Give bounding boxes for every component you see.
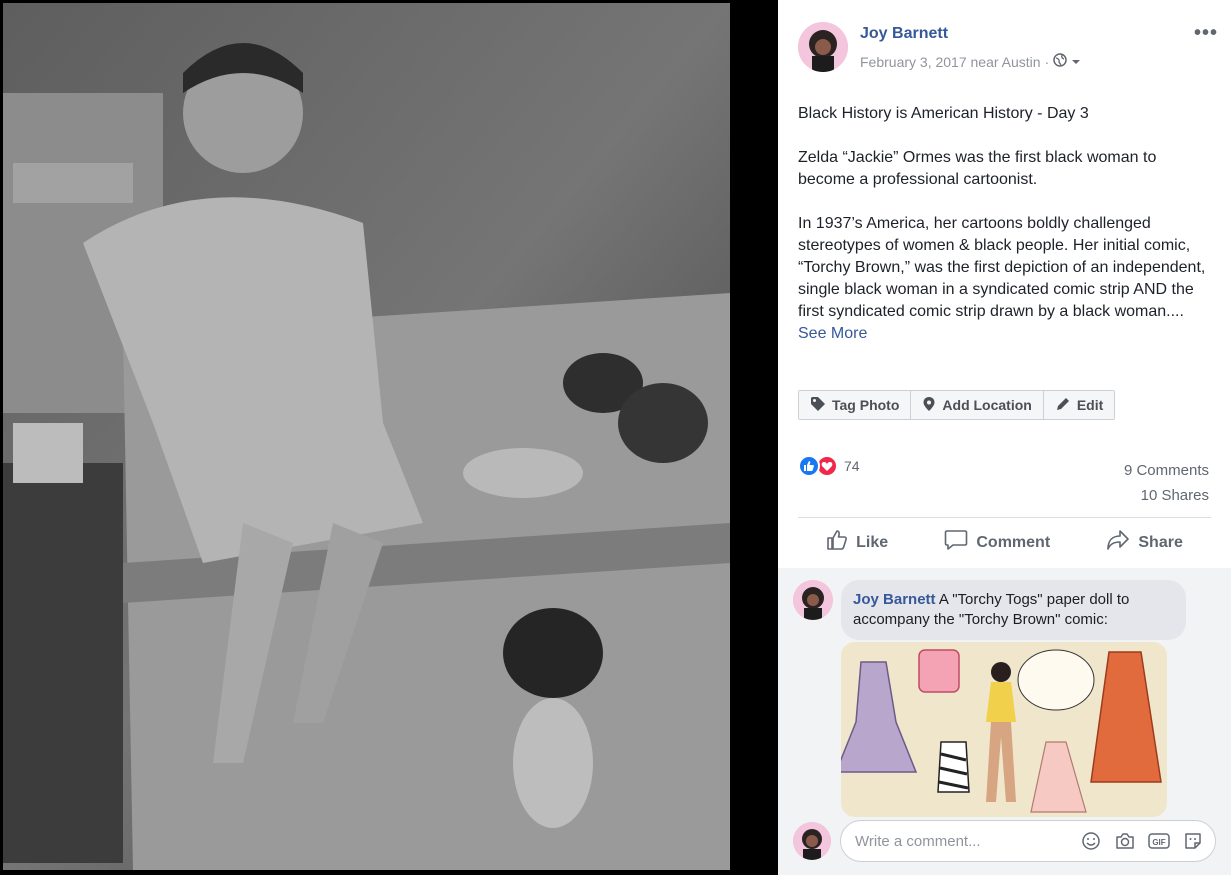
photo-viewer xyxy=(0,0,778,875)
comment-bubble: Joy Barnett A "Torchy Togs" paper doll t… xyxy=(841,580,1186,640)
reaction-icons xyxy=(798,455,838,477)
location-pin-icon xyxy=(922,396,936,415)
reactions-summary[interactable]: 74 xyxy=(798,455,860,477)
add-location-label: Add Location xyxy=(942,397,1032,413)
share-label: Share xyxy=(1138,533,1183,551)
share-button[interactable]: Share xyxy=(1098,525,1190,560)
photo-actions-bar: Tag Photo Add Location Edit xyxy=(798,390,1116,420)
speech-bubble-icon xyxy=(944,529,968,556)
emoji-icon[interactable] xyxy=(1079,829,1103,853)
divider xyxy=(798,517,1211,518)
current-user-avatar[interactable] xyxy=(793,822,831,860)
edit-label: Edit xyxy=(1076,397,1104,413)
like-button[interactable]: Like xyxy=(818,525,896,560)
post-paragraph-text: In 1937’s America, her cartoons boldly c… xyxy=(798,215,1206,320)
post-meta: February 3, 2017 near Austin · xyxy=(860,53,1081,70)
post-sidebar: Joy Barnett February 3, 2017 near Austin… xyxy=(778,0,1231,875)
comment-button[interactable]: Comment xyxy=(936,525,1058,560)
camera-icon[interactable] xyxy=(1113,829,1137,853)
tag-icon xyxy=(810,396,826,415)
reaction-count: 74 xyxy=(844,458,860,474)
comment-input[interactable]: Write a comment... GIF xyxy=(840,820,1216,862)
post-paragraph: Zelda “Jackie” Ormes was the first black… xyxy=(798,149,1157,188)
add-location-button[interactable]: Add Location xyxy=(911,391,1044,419)
engagement-counts: 9 Comments 10 Shares xyxy=(1124,458,1209,508)
write-comment-row: Write a comment... GIF xyxy=(793,820,1223,864)
thumbs-up-icon xyxy=(826,529,848,556)
tag-photo-label: Tag Photo xyxy=(832,397,900,413)
like-label: Like xyxy=(856,533,889,551)
tag-photo-button[interactable]: Tag Photo xyxy=(799,391,912,419)
globe-icon[interactable] xyxy=(1053,53,1067,70)
svg-text:GIF: GIF xyxy=(1152,838,1165,847)
meta-separator: · xyxy=(1044,53,1050,70)
post-paragraph-last: In 1937’s America, her cartoons boldly c… xyxy=(798,213,1213,345)
post-paragraph: Black History is American History - Day … xyxy=(798,105,1089,122)
author-avatar[interactable] xyxy=(798,22,848,72)
commenter-avatar[interactable] xyxy=(793,580,833,620)
comments-count-link[interactable]: 9 Comments xyxy=(1124,458,1209,483)
post-header: Joy Barnett February 3, 2017 near Austin… xyxy=(798,22,1218,76)
shares-count-link[interactable]: 10 Shares xyxy=(1124,483,1209,508)
edit-button[interactable]: Edit xyxy=(1043,391,1115,419)
post-action-row: Like Comment Share xyxy=(798,525,1211,560)
pencil-icon xyxy=(1055,396,1071,415)
see-more-link[interactable]: See More xyxy=(798,325,867,342)
post-date[interactable]: February 3, 2017 near Austin xyxy=(860,54,1041,70)
comments-section: Joy Barnett A "Torchy Togs" paper doll t… xyxy=(778,568,1231,875)
gif-icon[interactable]: GIF xyxy=(1147,829,1171,853)
chevron-down-icon[interactable] xyxy=(1071,54,1081,70)
share-arrow-icon xyxy=(1106,529,1130,556)
like-reaction-icon xyxy=(798,455,820,477)
comment-input-tools: GIF xyxy=(1079,829,1205,853)
comment-attachment-image[interactable] xyxy=(841,642,1167,817)
main-photo[interactable] xyxy=(3,3,730,870)
author-name[interactable]: Joy Barnett xyxy=(860,25,948,43)
comment-input-placeholder: Write a comment... xyxy=(855,832,981,850)
comment-author[interactable]: Joy Barnett xyxy=(853,591,936,608)
comment-label: Comment xyxy=(976,533,1051,551)
more-options-button[interactable]: ••• xyxy=(1194,22,1218,45)
post-body: Black History is American History - Day … xyxy=(798,103,1213,367)
sticker-icon[interactable] xyxy=(1181,829,1205,853)
